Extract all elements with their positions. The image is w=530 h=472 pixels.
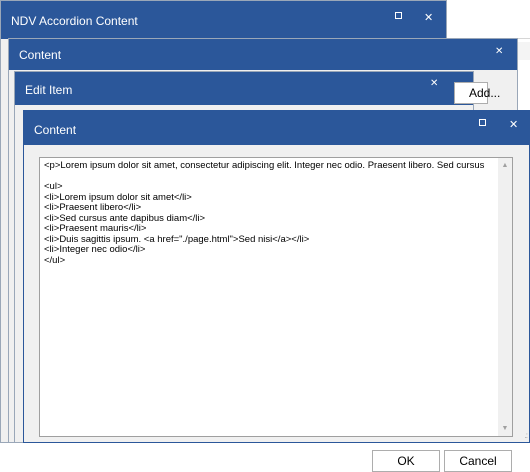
content-editor-window: Content ✕ <p>Lorem ipsum dolor sit amet,… [23, 110, 530, 472]
accordion-titlebar[interactable]: NDV Accordion Content ✕ [1, 1, 446, 39]
accordion-title: NDV Accordion Content [11, 14, 138, 28]
resize-grip-icon[interactable]: .: [525, 431, 529, 440]
edit-item-titlebar[interactable]: Edit Item ✕ [15, 72, 473, 105]
maximize-icon[interactable] [395, 12, 402, 19]
close-icon[interactable]: ✕ [430, 78, 438, 89]
edit-item-title: Edit Item [25, 83, 73, 97]
content-back-title: Content [19, 48, 62, 62]
close-icon[interactable]: ✕ [424, 11, 433, 24]
content-editor-title: Content [34, 123, 77, 137]
scroll-up-icon[interactable]: ▲ [498, 162, 512, 169]
content-back-titlebar[interactable]: Content ✕ [9, 39, 517, 70]
close-icon[interactable]: ✕ [509, 118, 518, 131]
maximize-icon[interactable] [479, 119, 486, 126]
close-icon[interactable]: ✕ [495, 46, 503, 57]
content-editor-body: <p>Lorem ipsum dolor sit amet, consectet… [24, 145, 529, 472]
scroll-down-icon[interactable]: ▼ [498, 425, 512, 432]
add-button[interactable]: Add... [454, 82, 500, 104]
vertical-scrollbar[interactable]: ▲ ▼ [498, 158, 512, 436]
cancel-button[interactable]: Cancel [444, 450, 512, 472]
html-editor[interactable]: <p>Lorem ipsum dolor sit amet, consectet… [39, 157, 513, 437]
ok-button[interactable]: OK [372, 450, 440, 472]
html-editor-text[interactable]: <p>Lorem ipsum dolor sit amet, consectet… [40, 158, 512, 266]
content-editor-titlebar[interactable]: Content ✕ [24, 111, 529, 145]
backdrop-column-header [517, 42, 530, 60]
